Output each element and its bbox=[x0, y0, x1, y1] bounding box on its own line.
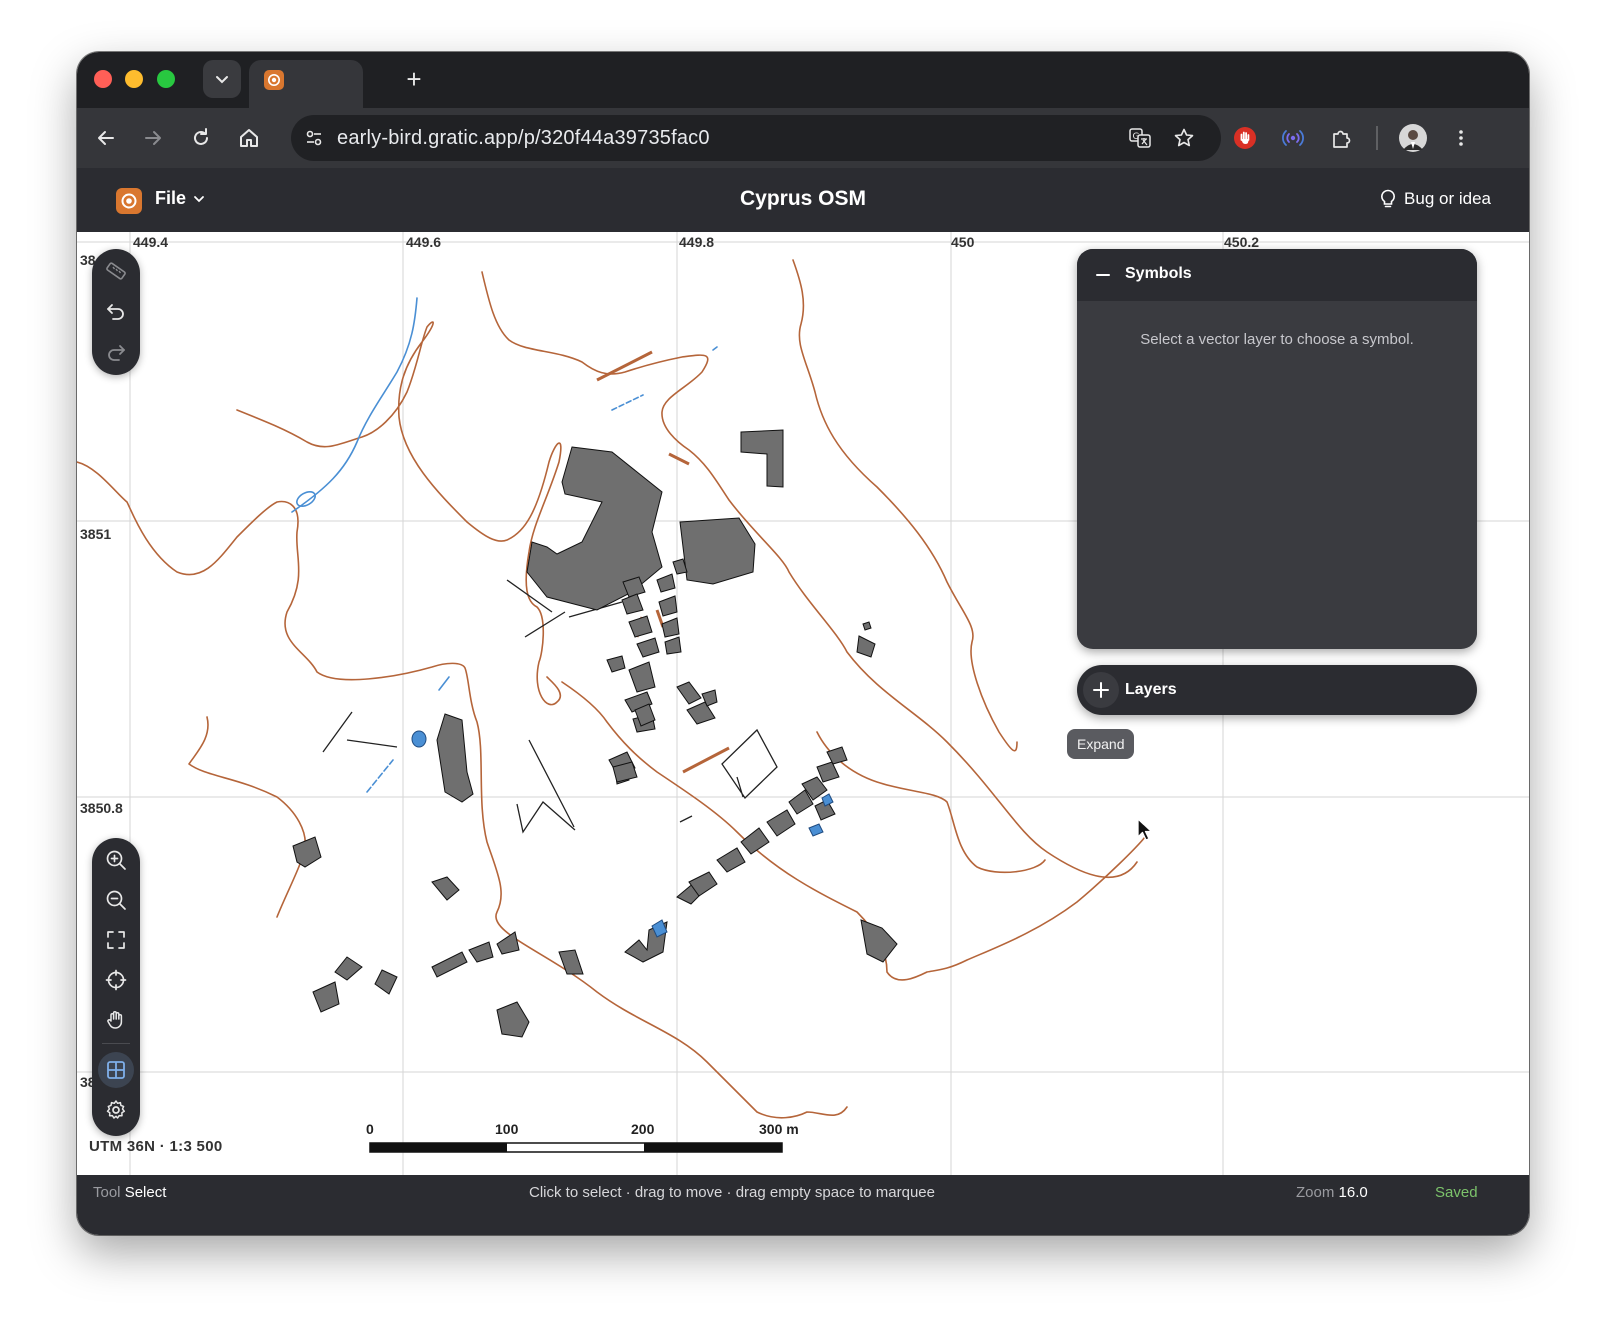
ruler-button[interactable] bbox=[98, 253, 134, 289]
symbols-empty-hint: Select a vector layer to choose a symbol… bbox=[1140, 331, 1414, 348]
file-menu-label: File bbox=[155, 188, 187, 208]
gratic-logo-icon bbox=[264, 70, 284, 90]
zoom-out-icon bbox=[106, 890, 126, 910]
scalebar-label: 200 bbox=[631, 1121, 655, 1137]
pan-button[interactable] bbox=[98, 1002, 134, 1038]
plus-icon bbox=[1093, 682, 1109, 698]
locate-icon bbox=[105, 969, 127, 991]
redo-button[interactable] bbox=[98, 335, 134, 371]
profile-avatar[interactable] bbox=[1395, 120, 1431, 156]
extensions-puzzle-icon[interactable] bbox=[1324, 120, 1360, 156]
forward-button[interactable] bbox=[135, 120, 171, 156]
more-vertical-icon bbox=[1459, 130, 1463, 146]
save-status-badge: Saved bbox=[1435, 1184, 1478, 1201]
zoom-in-button[interactable] bbox=[98, 842, 134, 878]
undo-button[interactable] bbox=[98, 294, 134, 330]
layers-panel: Layers bbox=[1077, 665, 1477, 715]
collapse-symbols-button[interactable] bbox=[1093, 265, 1113, 285]
browser-tab[interactable] bbox=[249, 60, 363, 108]
arrow-left-icon bbox=[98, 131, 114, 145]
address-bar[interactable]: early-bird.gratic.app/p/320f44a39735fac0… bbox=[291, 115, 1221, 161]
browser-toolbar: early-bird.gratic.app/p/320f44a39735fac0… bbox=[77, 108, 1529, 168]
symbols-panel-header: Symbols bbox=[1077, 249, 1477, 301]
home-button[interactable] bbox=[231, 120, 267, 156]
bug-or-idea-label: Bug or idea bbox=[1404, 189, 1491, 208]
pond bbox=[411, 730, 427, 748]
fit-extent-button[interactable] bbox=[98, 922, 134, 958]
map-canvas[interactable]: 449.4 449.6 449.8 450 450.2 38 3851 3850… bbox=[77, 232, 1529, 1175]
settings-button[interactable] bbox=[98, 1092, 134, 1128]
scale-bar bbox=[369, 1142, 783, 1153]
y-tick-label: 3850.8 bbox=[80, 800, 123, 816]
blue-buildings bbox=[651, 793, 834, 938]
symbols-panel: Symbols Select a vector layer to choose … bbox=[1077, 249, 1477, 649]
minimize-window-button[interactable] bbox=[125, 70, 143, 88]
redo-icon bbox=[108, 345, 125, 361]
x-tick-label: 450.2 bbox=[1224, 234, 1260, 250]
mouse-cursor-icon bbox=[1137, 818, 1153, 841]
contour-lines bbox=[77, 259, 1146, 1119]
grid-icon bbox=[107, 1061, 125, 1079]
file-menu[interactable]: File bbox=[155, 188, 206, 209]
status-hint: Click to select · drag to move · drag em… bbox=[528, 1184, 935, 1201]
edit-toolbar bbox=[92, 249, 140, 375]
extension-signal-icon[interactable] bbox=[1275, 120, 1311, 156]
status-zoom: Zoom 16.0 bbox=[1296, 1184, 1368, 1201]
page-title: Cyprus OSM bbox=[739, 187, 867, 210]
scalebar-label: 0 bbox=[366, 1121, 374, 1137]
undo-icon bbox=[107, 304, 124, 320]
map-nav-toolbar bbox=[92, 838, 140, 1136]
minus-icon bbox=[1096, 274, 1110, 276]
status-zoom-label: Zoom bbox=[1296, 1184, 1335, 1201]
settings-icon bbox=[106, 1100, 126, 1119]
translate-icon[interactable]: G bbox=[1125, 123, 1155, 153]
bug-or-idea-button[interactable]: Bug or idea bbox=[1380, 189, 1491, 209]
pan-hand-icon bbox=[107, 1011, 123, 1029]
tab-strip: + bbox=[77, 52, 1529, 108]
app-logo-icon bbox=[116, 188, 142, 214]
toolbar-divider bbox=[1376, 126, 1378, 150]
layers-panel-title: Layers bbox=[1125, 681, 1177, 698]
x-tick-label: 449.8 bbox=[679, 234, 715, 250]
chevron-down-icon bbox=[194, 195, 204, 202]
reload-icon bbox=[194, 128, 208, 145]
grid-button[interactable] bbox=[98, 1052, 134, 1088]
maximize-window-button[interactable] bbox=[157, 70, 175, 88]
status-zoom-value: 16.0 bbox=[1338, 1184, 1368, 1201]
status-bar: Tool Select Click to select · drag to mo… bbox=[77, 1175, 1529, 1235]
locate-button[interactable] bbox=[98, 962, 134, 998]
zoom-out-button[interactable] bbox=[98, 882, 134, 918]
browser-window: + early-bird.gratic.app/p/320f44a39735fa… bbox=[77, 52, 1529, 1235]
url-text: early-bird.gratic.app/p/320f44a39735fac0 bbox=[337, 127, 710, 149]
new-tab-button[interactable]: + bbox=[397, 62, 431, 96]
reload-button[interactable] bbox=[183, 120, 219, 156]
x-tick-label: 450 bbox=[951, 234, 975, 250]
tab-search-button[interactable] bbox=[203, 60, 241, 98]
zoom-in-icon bbox=[106, 850, 126, 870]
y-tick-label: 3851 bbox=[80, 526, 112, 542]
app-header: File Cyprus OSM Bug or idea bbox=[77, 168, 1529, 232]
expand-layers-button[interactable] bbox=[1083, 672, 1119, 708]
ruler-icon bbox=[106, 262, 126, 280]
arrow-right-icon bbox=[145, 131, 161, 145]
site-settings-icon[interactable] bbox=[299, 123, 329, 153]
extension-stop-icon[interactable] bbox=[1227, 120, 1263, 156]
expand-tooltip: Expand bbox=[1067, 729, 1135, 759]
browser-menu-button[interactable] bbox=[1443, 120, 1479, 156]
crs-scale-label: UTM 36N · 1:3 500 bbox=[89, 1138, 223, 1155]
lightbulb-icon bbox=[1381, 189, 1396, 208]
back-button[interactable] bbox=[88, 120, 124, 156]
symbols-panel-title: Symbols bbox=[1125, 265, 1192, 282]
fit-extent-icon bbox=[107, 931, 125, 949]
x-tick-label: 449.6 bbox=[406, 234, 442, 250]
bookmark-star-icon[interactable] bbox=[1169, 123, 1199, 153]
home-icon bbox=[240, 129, 258, 147]
scalebar-label: 100 bbox=[495, 1121, 519, 1137]
path-lines bbox=[322, 579, 778, 834]
scalebar-label: 300 m bbox=[759, 1121, 799, 1137]
x-tick-label: 449.4 bbox=[133, 234, 169, 250]
chevron-down-icon bbox=[216, 76, 228, 84]
close-window-button[interactable] bbox=[94, 70, 112, 88]
toolbar-divider bbox=[102, 1043, 130, 1044]
